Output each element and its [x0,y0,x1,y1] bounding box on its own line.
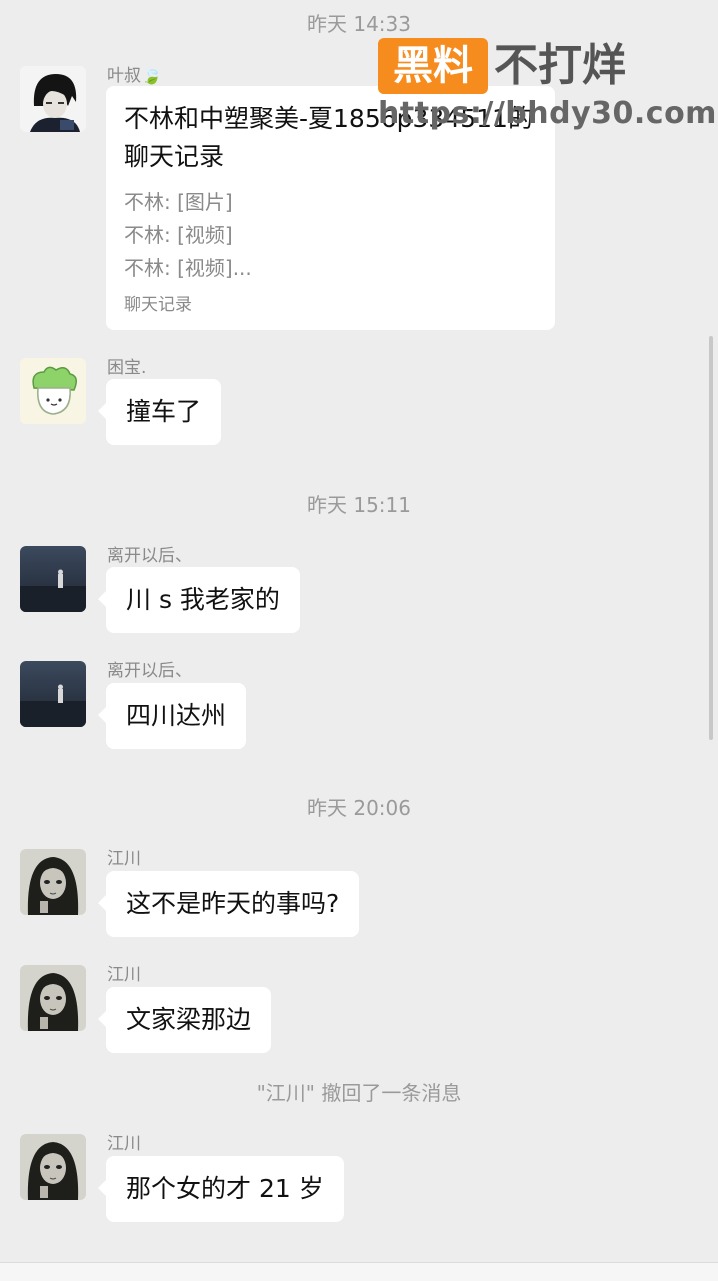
recall-notice: "江川" 撤回了一条消息 [256,1081,462,1105]
watermark-url: https://bhdy30.com [378,96,717,131]
dark-anime-avatar-icon [20,66,86,132]
message-bubble[interactable]: 这不是昨天的事吗? [97,871,360,937]
sender-name: 叶叔🍃 [107,66,163,86]
long-hair-girl-avatar-icon [20,965,86,1031]
input-bar-edge[interactable] [0,1262,718,1281]
cabbage-avatar-icon [20,358,86,424]
message-bubble[interactable]: 川 s 我老家的 [98,567,300,633]
watermark: 黑料 不打烊 https://bhdy30.com [378,38,716,133]
long-hair-girl-avatar-icon [20,1134,86,1200]
timestamp-1: 昨天 14:33 [307,12,411,36]
sender-name: 离开以后、 [107,661,192,681]
avatar-li-kai[interactable] [20,661,86,727]
scrollbar[interactable] [709,336,713,740]
avatar-kun-bao[interactable] [20,358,86,424]
sender-name: 困宝. [107,358,147,378]
sender-name: 离开以后、 [107,546,192,566]
message-bubble[interactable]: 四川达州 [97,683,247,749]
sender-name: 江川 [107,849,141,869]
watermark-brand-box: 黑料 [378,38,488,94]
chat-record-footer: 聊天记录 [124,295,192,315]
watermark-brand-text: 不打烊 [494,40,626,91]
chat-record-line-1: 不林: [图片] [124,190,233,214]
message-bubble[interactable]: 撞车了 [97,379,222,445]
avatar-jiang-chuan[interactable] [20,965,86,1031]
chat-record-line-3: 不林: [视频]... [124,256,252,280]
seaside-figure-avatar-icon [20,661,86,727]
seaside-figure-avatar-icon [20,546,86,612]
chat-record-line-2: 不林: [视频] [124,223,233,247]
avatar-li-kai[interactable] [20,546,86,612]
timestamp-2: 昨天 15:11 [307,493,411,517]
long-hair-girl-avatar-icon [20,849,86,915]
avatar-ye-shu[interactable] [20,66,86,132]
message-bubble[interactable]: 那个女的才 21 岁 [98,1156,344,1222]
timestamp-3: 昨天 20:06 [307,796,411,820]
sender-name: 江川 [107,1134,141,1154]
avatar-jiang-chuan[interactable] [20,849,86,915]
message-bubble[interactable]: 文家梁那边 [97,987,272,1053]
sender-name: 江川 [107,965,141,985]
avatar-jiang-chuan[interactable] [20,1134,86,1200]
